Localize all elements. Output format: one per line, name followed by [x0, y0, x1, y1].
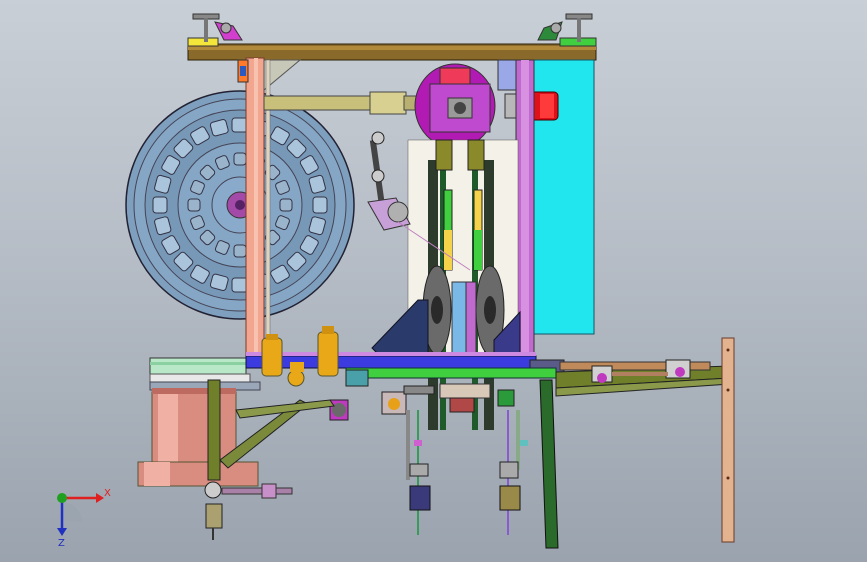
top-frame [187, 37, 597, 61]
reel-slot [152, 196, 168, 214]
guide-arm [367, 131, 411, 231]
bottom-left-actuator [204, 481, 293, 540]
salmon-tank [137, 388, 259, 487]
lower-pistons [406, 410, 528, 535]
z-axis-label: Z [58, 538, 65, 549]
wedge-base [371, 299, 429, 357]
olive-leg [539, 379, 559, 549]
machine-drawing: X Z [57, 13, 735, 549]
reel-slot [187, 198, 201, 212]
reel-slot [312, 196, 328, 214]
x-axis-label: X [104, 488, 111, 499]
reel-slot [233, 244, 247, 258]
tan-leg [721, 337, 735, 543]
central-hub [414, 63, 496, 149]
reel-slot [233, 152, 247, 166]
reel-wheel [125, 90, 355, 320]
reel-slot [279, 198, 293, 212]
conveyor-beam [555, 359, 731, 397]
coordinate-triad: X Z [57, 488, 111, 549]
cad-viewport[interactable]: X Z [0, 0, 867, 562]
